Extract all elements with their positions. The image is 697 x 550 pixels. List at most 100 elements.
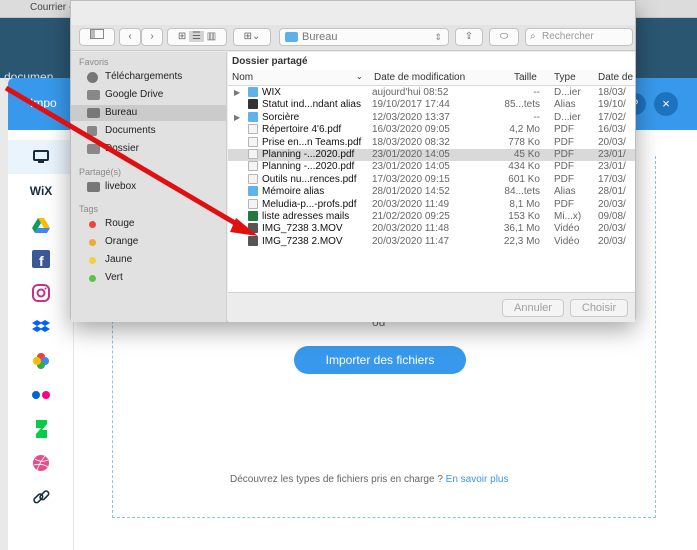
file-row[interactable]: Outils nu...rences.pdf 17/03/2020 09:15 60… [228,173,635,186]
col-type[interactable]: Type [554,72,576,83]
file-rows: ▶ WIX aujourd'hui 08:52 -- D...ier 18/03/Stat… [228,87,635,248]
source-dropbox[interactable] [8,310,74,344]
file-row[interactable]: Mémoire alias 28/01/2020 14:52 84...tets Al… [228,186,635,198]
file-type: D...ier [554,87,581,98]
file-date-added: 17/02/ [598,111,626,123]
sidebar-label: Téléchargements [105,71,183,82]
file-date-added: 18/03/ [598,87,626,98]
file-row[interactable]: ▶ Sorcière 12/03/2020 13:37 -- D...ier 17/02/ [228,111,635,124]
file-row[interactable]: IMG_7238 2.MOV 20/03/2020 11:47 22,3 Mo Vid… [228,235,635,248]
file-size: 4,2 Mo [509,124,540,136]
file-size: 36,1 Mo [503,223,540,235]
view-mode-buttons[interactable]: ⊞ ☰ ▥ [167,28,227,46]
sidebar-item-downloads[interactable]: Téléchargements [71,69,226,85]
file-row[interactable]: Planning -...2020.pdf 23/01/2020 14:05 45 … [228,148,635,162]
learn-more-link[interactable]: En savoir plus [446,474,509,485]
tag-button[interactable]: ⬭ [489,28,519,46]
file-name: liste adresses mails [262,210,350,222]
source-google-photos[interactable] [8,344,74,378]
file-name: WIX [262,87,281,98]
file-row[interactable]: Statut ind...ndant alias 19/10/2017 17:44… [228,99,635,111]
server-icon [87,182,100,192]
search-placeholder: Rechercher [542,31,594,42]
source-flickr[interactable] [8,378,74,412]
file-date-added: 20/03/ [598,136,626,148]
source-link[interactable] [8,480,74,514]
source-facebook[interactable]: f [8,242,74,276]
file-date-added: 20/03/ [598,198,626,210]
file-name: Sorcière [262,111,300,123]
sidebar-item-documents[interactable]: Documents [71,123,226,139]
file-date: 21/02/2020 09:25 [372,210,450,222]
col-size[interactable]: Taille [514,72,537,83]
sidebar-label: Jaune [105,254,133,265]
source-computer[interactable] [8,140,74,174]
file-row[interactable]: IMG_7238 3.MOV 20/03/2020 11:48 36,1 Mo Vid… [228,223,635,235]
file-size: -- [533,111,540,123]
choose-button[interactable]: Choisir [570,299,628,317]
file-row[interactable]: Meludia-p...-profs.pdf 20/03/2020 11:49 8,… [228,198,635,211]
col-date2[interactable]: Date de [598,72,633,83]
pdf-file-icon [248,148,258,159]
forward-button[interactable]: › [141,28,163,46]
file-size: 778 Ko [508,136,540,148]
file-row[interactable]: liste adresses mails 21/02/2020 09:25 153 … [228,210,635,223]
file-row[interactable]: Prise en...n Teams.pdf 18/03/2020 08:32 77… [228,136,635,149]
share-icon: ⇪ [464,31,474,42]
file-type: Alias [554,99,576,111]
path-popup[interactable]: Bureau ⇕ [279,28,449,46]
share-button[interactable]: ⇪ [455,28,483,46]
file-name: Répertoire 4'6.pdf [262,124,342,136]
sidebar-item-folder[interactable]: Dossier [71,141,226,157]
cancel-button[interactable]: Annuler [502,299,564,317]
file-date-added: 20/03/ [598,223,626,235]
file-type: PDF [554,136,574,148]
dialog-toolbar: ‹ › ⊞ ☰ ▥ ⊞⌄ Bureau ⇕ ⇪ ⬭ ⌕ Rechercher [71,25,635,51]
sidebar-tag-orange[interactable]: Orange [71,234,226,250]
sidebar-label: Orange [105,236,139,247]
file-name: IMG_7238 3.MOV [262,223,343,235]
wix-icon: WiX [29,184,53,198]
source-google-drive[interactable] [8,208,74,242]
file-date-added: 17/03/ [598,173,626,185]
pdf-file-icon [248,124,258,135]
disclosure-triangle-icon[interactable]: ▶ [234,87,240,99]
disclosure-triangle-icon[interactable]: ▶ [234,112,240,124]
file-date: aujourd'hui 08:52 [372,87,449,98]
link-icon [33,490,50,504]
sidebar-label: Google Drive [105,89,164,100]
col-name[interactable]: Nom [232,72,253,83]
tags-heading: Tags [79,204,99,214]
file-row[interactable]: Répertoire 4'6.pdf 16/03/2020 09:05 4,2 Mo… [228,124,635,136]
source-deviantart[interactable] [8,412,74,446]
source-dribbble[interactable] [8,446,74,480]
source-wix[interactable]: WiX [8,174,74,208]
file-date: 28/01/2020 14:52 [372,186,450,198]
file-date: 18/03/2020 08:32 [372,136,450,148]
search-input[interactable]: ⌕ Rechercher [525,28,633,46]
file-row[interactable]: ▶ WIX aujourd'hui 08:52 -- D...ier 18/03/ [228,87,635,99]
col-date[interactable]: Date de modification [374,72,465,83]
folder-file-icon [248,111,258,122]
tag-icon: ⬭ [499,31,509,42]
sidebar-tag-red[interactable]: Rouge [71,216,226,232]
pdf-file-icon [248,136,258,147]
orange-dot-icon [89,239,96,246]
sidebar-label: Dossier [105,143,139,154]
file-type: PDF [554,173,574,185]
sidebar-tag-green[interactable]: Vert [71,270,226,286]
sidebar-item-desktop[interactable]: Bureau [71,105,226,121]
sidebar-toggle-button[interactable] [79,28,115,46]
back-button[interactable]: ‹ [119,28,141,46]
sidebar-label: Rouge [105,218,135,229]
file-date: 12/03/2020 13:37 [372,111,450,123]
file-row[interactable]: Planning -...2020.pdf 23/01/2020 14:05 434… [228,161,635,173]
import-files-button[interactable]: Importer des fichiers [294,346,466,374]
close-button[interactable]: × [654,92,678,116]
group-button[interactable]: ⊞⌄ [233,28,271,46]
sidebar-item-google-drive[interactable]: Google Drive [71,87,226,103]
source-instagram[interactable] [8,276,74,310]
file-date-added: 16/03/ [598,124,626,136]
sidebar-tag-yellow[interactable]: Jaune [71,252,226,268]
sidebar-item-livebox[interactable]: livebox [71,179,226,195]
